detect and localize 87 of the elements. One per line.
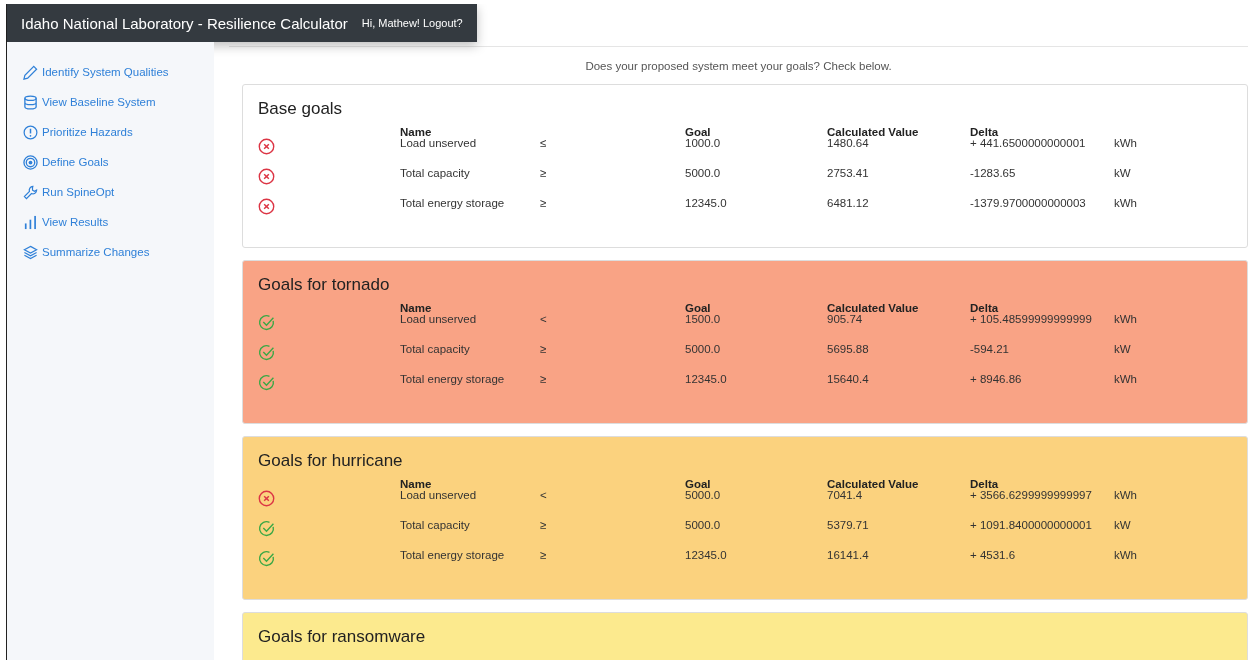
logout-link[interactable]: Hi, Mathew! Logout? [361, 17, 463, 29]
sidebar-item[interactable]: Prioritize Hazards [23, 122, 133, 142]
table-cell-text: 1000.0 [685, 137, 722, 151]
card-title: Goals for ransomware [258, 627, 427, 647]
target-icon [23, 154, 38, 170]
sidebar-item[interactable]: Summarize Changes [23, 242, 150, 262]
table-cell-text: 905.74 [827, 313, 864, 327]
pencil-icon [23, 64, 38, 80]
card-title: Base goals [258, 99, 344, 119]
table-cell-text: kW [1114, 343, 1132, 357]
table-cell-text: + 441.6500000000001 [970, 137, 1087, 151]
table-cell-text: + 8946.86 [970, 373, 1023, 387]
sidebar-item[interactable]: View Baseline System [23, 92, 156, 112]
bar-chart-icon [23, 214, 38, 230]
table-cell-text: ≤ [540, 137, 548, 151]
column-header: Name [400, 478, 433, 490]
table-cell-text: 12345.0 [685, 197, 728, 211]
column-header: Calculated Value [827, 126, 920, 138]
table-cell-text: 15640.4 [827, 373, 870, 387]
layers-icon [23, 244, 38, 260]
column-header: Delta [970, 302, 1000, 314]
column-header: Calculated Value [827, 302, 920, 314]
table-cell-text: ≥ [540, 167, 548, 181]
table-cell-text: ≥ [540, 373, 548, 387]
database-icon [23, 94, 38, 110]
table-cell-text: 5695.88 [827, 343, 870, 357]
table-cell-text: ≥ [540, 519, 548, 533]
table-cell-text: kW [1114, 167, 1132, 181]
table-cell-text: 2753.41 [827, 167, 870, 181]
table-cell-text: 12345.0 [685, 373, 728, 387]
table-cell-text: 12345.0 [685, 549, 728, 563]
table-cell-text: Load unserved [400, 489, 478, 503]
card-title: Goals for hurricane [258, 451, 404, 471]
table-cell-text: < [540, 313, 548, 327]
column-header: Name [400, 126, 433, 138]
table-cell-text: ≥ [540, 343, 548, 357]
table-cell-text: kWh [1114, 549, 1138, 563]
table-cell-text: 6481.12 [827, 197, 870, 211]
column-header: Goal [685, 302, 712, 314]
sidebar-item[interactable]: Define Goals [23, 152, 109, 172]
table-cell-text: + 1091.8400000000001 [970, 519, 1093, 533]
column-header: Goal [685, 126, 712, 138]
table-cell-text: -1379.9700000000003 [970, 197, 1087, 211]
table-cell-text: 5379.71 [827, 519, 870, 533]
table-cell-text: 5000.0 [685, 489, 722, 503]
column-header: Delta [970, 478, 1000, 490]
table-cell-text: 1480.64 [827, 137, 870, 151]
table-cell-text: 5000.0 [685, 519, 722, 533]
table-cell-text: kWh [1114, 313, 1138, 327]
column-header: Calculated Value [827, 478, 920, 490]
table-cell-text: Total energy storage [400, 197, 506, 211]
table-cell-text: kWh [1114, 137, 1138, 151]
alert-icon [23, 124, 38, 140]
table-cell-text: Total energy storage [400, 373, 506, 387]
table-cell-text: -594.21 [970, 343, 1010, 357]
column-header: Goal [685, 478, 712, 490]
sidebar-item[interactable]: View Results [23, 212, 109, 232]
table-cell-text: 16141.4 [827, 549, 870, 563]
table-cell-text: < [540, 489, 548, 503]
table-cell-text: -1283.65 [970, 167, 1017, 181]
table-cell-text: Total energy storage [400, 549, 506, 563]
table-cell-text: + 3566.6299999999997 [970, 489, 1093, 503]
table-cell-text: 5000.0 [685, 167, 722, 181]
table-cell-text: kWh [1114, 489, 1138, 503]
table-cell-text: kWh [1114, 197, 1138, 211]
sidebar-item[interactable]: Identify System Qualities [23, 62, 169, 82]
column-header: Delta [970, 126, 1000, 138]
table-cell-text: kW [1114, 519, 1132, 533]
table-cell-text: Total capacity [400, 167, 471, 181]
table-cell-text: 5000.0 [685, 343, 722, 357]
sidebar-item[interactable]: Run SpineOpt [23, 182, 115, 202]
table-cell-text: ≥ [540, 197, 548, 211]
table-cell-text: + 105.48599999999999 [970, 313, 1093, 327]
table-cell-text: Total capacity [400, 343, 471, 357]
app-title: Idaho National Laboratory - Resilience Calculator [21, 14, 348, 32]
table-cell-text: Load unserved [400, 137, 478, 151]
table-cell-text: 1500.0 [685, 313, 722, 327]
card-title: Goals for tornado [258, 275, 391, 295]
table-cell-text: Load unserved [400, 313, 478, 327]
table-cell-text: + 4531.6 [970, 549, 1017, 563]
table-cell-text: 7041.4 [827, 489, 864, 503]
table-cell-text: kWh [1114, 373, 1138, 387]
intro-text: Does your proposed system meet your goals? Check below. [584, 60, 893, 72]
table-cell-text: Total capacity [400, 519, 471, 533]
table-cell-text: ≥ [540, 549, 548, 563]
column-header: Name [400, 302, 433, 314]
wrench-icon [23, 184, 38, 200]
